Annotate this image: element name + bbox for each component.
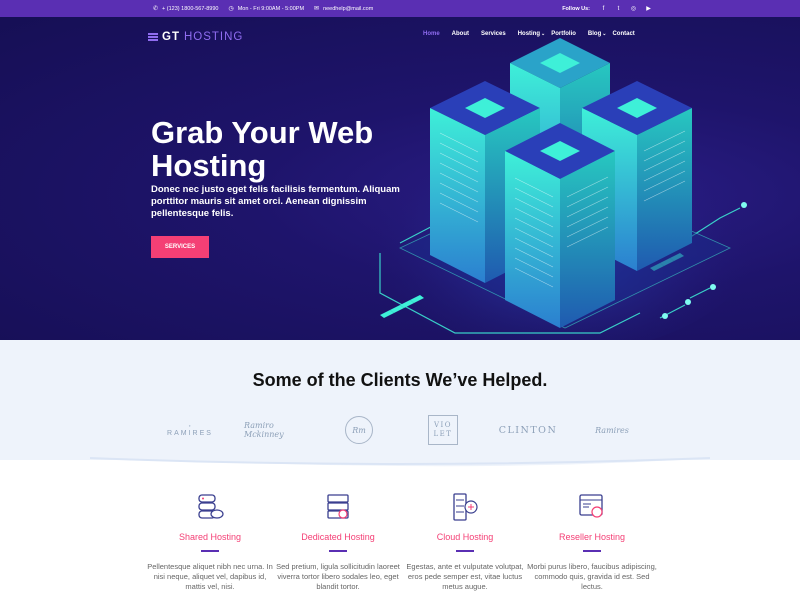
instagram-icon[interactable]: ◎ (630, 5, 637, 12)
clock-icon: ◷ (228, 6, 234, 12)
email-item[interactable]: ✉ needhelp@mail.com (314, 5, 374, 13)
service-card-reseller[interactable]: Reseller Hosting Morbi purus libero, fau… (527, 470, 657, 592)
service-text: Sed pretium, ligula sollicitudin laoreet… (276, 561, 400, 591)
service-text: Pellentesque aliquet nibh nec urna. In n… (147, 561, 273, 591)
phone-icon: ✆ (153, 6, 159, 12)
title-underline (583, 550, 601, 552)
service-title: Reseller Hosting (558, 532, 626, 542)
section-wave-divider (0, 450, 800, 467)
service-card-shared[interactable]: Shared Hosting Pellentesque aliquet nibh… (145, 470, 275, 592)
violet-box: VIO LET (428, 415, 458, 445)
dedicated-server-icon (327, 494, 349, 519)
service-title: Shared Hosting (178, 532, 242, 542)
cloud-server-icon (453, 493, 478, 521)
clients-section: Some of the Clients We’ve Helped. ✦ RAMI… (0, 340, 800, 460)
logo-text-light: HOSTING (183, 31, 244, 43)
logo-text-bold: GT (162, 31, 180, 43)
shared-server-icon (198, 494, 224, 519)
ramires-mark: ✦ (188, 423, 192, 428)
logo-mark-icon (148, 33, 158, 41)
server-illustration (360, 38, 760, 340)
phone-item[interactable]: ✆ + (123) 1800-567-8990 (153, 5, 219, 13)
social-links: Follow Us: f t ◎ ▶ (562, 0, 652, 17)
ramires-text: RAMIRES (167, 429, 213, 437)
follow-label: Follow Us: (562, 5, 590, 12)
youtube-icon[interactable]: ▶ (645, 5, 652, 12)
email-address: needhelp@mail.com (323, 5, 374, 12)
top-bar: ✆ + (123) 1800-567-8990 ◷ Mon - Fri 9:00… (0, 0, 800, 17)
server-tower-front (505, 123, 615, 328)
hero-section: GT HOSTING Home About Services Hosting⌄ … (0, 17, 800, 340)
client-logo-mckinney: Ramiro Mckinney (244, 415, 306, 445)
client-logo-rm: Rm (344, 415, 374, 445)
reseller-browser-icon (579, 494, 603, 518)
violet-text-bottom: LET (433, 430, 453, 438)
service-text: Morbi purus libero, faucibus adipiscing,… (527, 561, 657, 591)
service-title: Dedicated Hosting (301, 532, 375, 542)
title-underline (201, 550, 219, 552)
mckinney-text: Ramiro Mckinney (244, 421, 284, 439)
client-logo-clinton: CLINTON (498, 415, 558, 445)
service-card-cloud[interactable]: Cloud Hosting Egestas, ante et vulputate… (400, 470, 530, 592)
service-text: Egestas, ante et vulputate volutpat, ero… (406, 561, 524, 591)
opening-hours: Mon - Fri 9:00AM - 5:00PM (237, 5, 305, 12)
service-card-dedicated[interactable]: Dedicated Hosting Sed pretium, ligula so… (273, 470, 403, 592)
twitter-icon[interactable]: t (615, 6, 622, 12)
client-logo-ramires-script: Ramires (583, 415, 641, 445)
title-underline (456, 550, 474, 552)
hours-item: ◷ Mon - Fri 9:00AM - 5:00PM (228, 5, 305, 13)
client-logo-violet: VIO LET (428, 415, 458, 445)
clients-heading: Some of the Clients We’ve Helped. (252, 370, 548, 390)
title-underline (329, 550, 347, 552)
clinton-text: CLINTON (498, 424, 558, 436)
services-section: Shared Hosting Pellentesque aliquet nibh… (0, 470, 800, 600)
facebook-icon[interactable]: f (600, 6, 607, 12)
rm-ring: Rm (345, 416, 373, 444)
services-button[interactable]: SERVICES (151, 236, 209, 258)
client-logo-ramires: ✦ RAMIRES (160, 415, 220, 445)
rm-text: Rm (352, 425, 366, 435)
service-title: Cloud Hosting (436, 532, 494, 542)
violet-text-top: VIO (433, 421, 453, 429)
ramires-script-text: Ramires (595, 425, 629, 435)
mail-icon: ✉ (314, 6, 320, 12)
contact-info: ✆ + (123) 1800-567-8990 ◷ Mon - Fri 9:00… (153, 5, 374, 13)
phone-number: + (123) 1800-567-8990 (162, 5, 219, 12)
site-logo[interactable]: GT HOSTING (148, 31, 243, 43)
